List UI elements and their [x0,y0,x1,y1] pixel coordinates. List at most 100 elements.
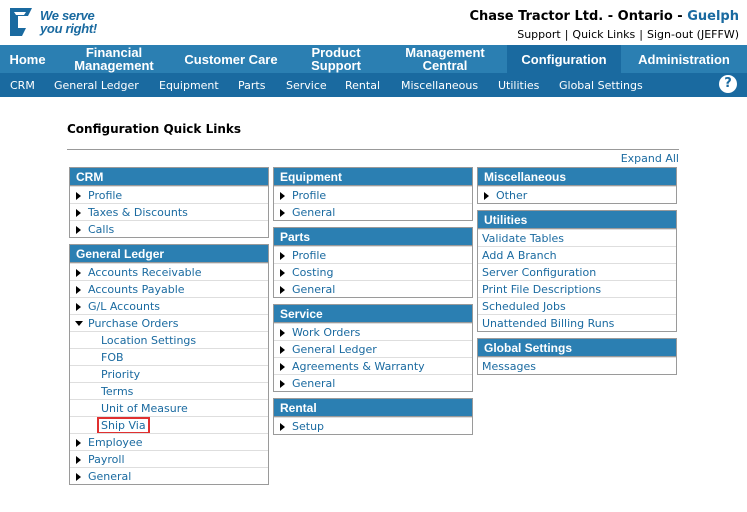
subnav-rental[interactable]: Rental [345,79,380,92]
panel-general-ledger: General Ledger Accounts Receivable Accou… [69,244,269,485]
panel-title-rental: Rental [274,399,472,417]
panel-parts: Parts Profile Costing General [273,227,473,298]
crm-calls-link[interactable]: Calls [70,220,268,237]
expand-arrow-icon [280,269,285,277]
tab-administration[interactable]: Administration [621,45,747,73]
expand-arrow-icon [280,252,285,260]
po-priority-link[interactable]: Priority [70,365,268,382]
subnav-general-ledger[interactable]: General Ledger [54,79,139,92]
equipment-general-link[interactable]: General [274,203,472,220]
expand-arrow-icon [280,363,285,371]
panel-service: Service Work Orders General Ledger Agree… [273,304,473,392]
main-nav: Home Financial Management Customer Care … [0,45,747,73]
expand-arrow-icon [76,286,81,294]
misc-other-link[interactable]: Other [478,186,676,203]
utilities-server-configuration-link[interactable]: Server Configuration [478,263,676,280]
page-title: Configuration Quick Links [67,122,242,136]
tab-customer-care[interactable]: Customer Care [173,45,289,73]
subnav-service[interactable]: Service [286,79,327,92]
expand-arrow-icon [280,329,285,337]
parts-general-link[interactable]: General [274,280,472,297]
company-logo[interactable]: We serve you right! [6,6,98,40]
panel-title-service: Service [274,305,472,323]
top-links: Support | Quick Links | Sign-out (JEFFW) [517,28,739,41]
header: We serve you right! Chase Tractor Ltd. -… [0,0,747,45]
sign-out-link[interactable]: Sign-out (JEFFW) [647,28,739,41]
panel-miscellaneous: Miscellaneous Other [477,167,677,204]
tab-financial-management[interactable]: Financial Management [55,45,173,73]
crm-taxes-discounts-link[interactable]: Taxes & Discounts [70,203,268,220]
utilities-unattended-billing-runs-link[interactable]: Unattended Billing Runs [478,314,676,331]
expand-arrow-icon [280,286,285,294]
service-agreements-warranty-link[interactable]: Agreements & Warranty [274,357,472,374]
subnav-parts[interactable]: Parts [238,79,265,92]
utilities-scheduled-jobs-link[interactable]: Scheduled Jobs [478,297,676,314]
gl-accounts-receivable-link[interactable]: Accounts Receivable [70,263,268,280]
help-icon[interactable]: ? [719,75,737,93]
expand-arrow-icon [280,346,285,354]
expand-arrow-icon [280,423,285,431]
subnav-equipment[interactable]: Equipment [159,79,219,92]
gl-payroll-link[interactable]: Payroll [70,450,268,467]
panel-title-general-ledger: General Ledger [70,245,268,263]
subnav-miscellaneous[interactable]: Miscellaneous [401,79,478,92]
tab-home[interactable]: Home [0,45,55,73]
subnav-utilities[interactable]: Utilities [498,79,539,92]
parts-costing-link[interactable]: Costing [274,263,472,280]
expand-arrow-icon [76,269,81,277]
panel-utilities: Utilities Validate Tables Add A Branch S… [477,210,677,332]
service-general-link[interactable]: General [274,374,472,391]
panel-title-utilities: Utilities [478,211,676,229]
gl-employee-link[interactable]: Employee [70,433,268,450]
global-settings-messages-link[interactable]: Messages [478,357,676,374]
po-fob-link[interactable]: FOB [70,348,268,365]
panel-rental: Rental Setup [273,398,473,435]
expand-arrow-icon [76,303,81,311]
tab-configuration[interactable]: Configuration [507,45,621,73]
expand-arrow-icon [76,456,81,464]
quick-links-link[interactable]: Quick Links [572,28,635,41]
panel-title-miscellaneous: Miscellaneous [478,168,676,186]
logo-line-2: you right! [40,21,97,36]
company-name: Chase Tractor Ltd. - Ontario - Guelph [469,9,739,24]
expand-arrow-icon [280,192,285,200]
panel-crm: CRM Profile Taxes & Discounts Calls [69,167,269,238]
gl-gl-accounts-link[interactable]: G/L Accounts [70,297,268,314]
po-location-settings-link[interactable]: Location Settings [70,331,268,348]
po-unit-of-measure-link[interactable]: Unit of Measure [70,399,268,416]
service-general-ledger-link[interactable]: General Ledger [274,340,472,357]
support-link[interactable]: Support [517,28,560,41]
utilities-add-branch-link[interactable]: Add A Branch [478,246,676,263]
service-work-orders-link[interactable]: Work Orders [274,323,472,340]
subnav-global-settings[interactable]: Global Settings [559,79,643,92]
rental-setup-link[interactable]: Setup [274,417,472,434]
expand-arrow-icon [280,380,285,388]
expand-all-link[interactable]: Expand All [621,152,679,165]
po-ship-via-link[interactable]: Ship Via [97,417,150,434]
utilities-validate-tables-link[interactable]: Validate Tables [478,229,676,246]
tab-management-central[interactable]: Management Central [383,45,507,73]
panel-title-parts: Parts [274,228,472,246]
equipment-profile-link[interactable]: Profile [274,186,472,203]
gl-purchase-orders-link[interactable]: Purchase Orders [70,314,268,331]
gl-accounts-payable-link[interactable]: Accounts Payable [70,280,268,297]
gl-general-link[interactable]: General [70,467,268,484]
crm-profile-link[interactable]: Profile [70,186,268,203]
panel-equipment: Equipment Profile General [273,167,473,221]
sub-nav: CRM General Ledger Equipment Parts Servi… [0,73,747,97]
po-terms-link[interactable]: Terms [70,382,268,399]
logo-mark-icon [10,8,32,36]
subnav-crm[interactable]: CRM [10,79,35,92]
branch-name: Guelph [687,9,739,24]
utilities-print-file-descriptions-link[interactable]: Print File Descriptions [478,280,676,297]
po-ship-via-row: Ship Via [70,416,268,434]
collapse-arrow-icon [75,321,83,326]
tab-product-support[interactable]: Product Support [289,45,383,73]
expand-arrow-icon [76,192,81,200]
panel-title-equipment: Equipment [274,168,472,186]
parts-profile-link[interactable]: Profile [274,246,472,263]
panel-title-crm: CRM [70,168,268,186]
expand-arrow-icon [76,439,81,447]
panel-title-global-settings: Global Settings [478,339,676,357]
expand-arrow-icon [280,209,285,217]
